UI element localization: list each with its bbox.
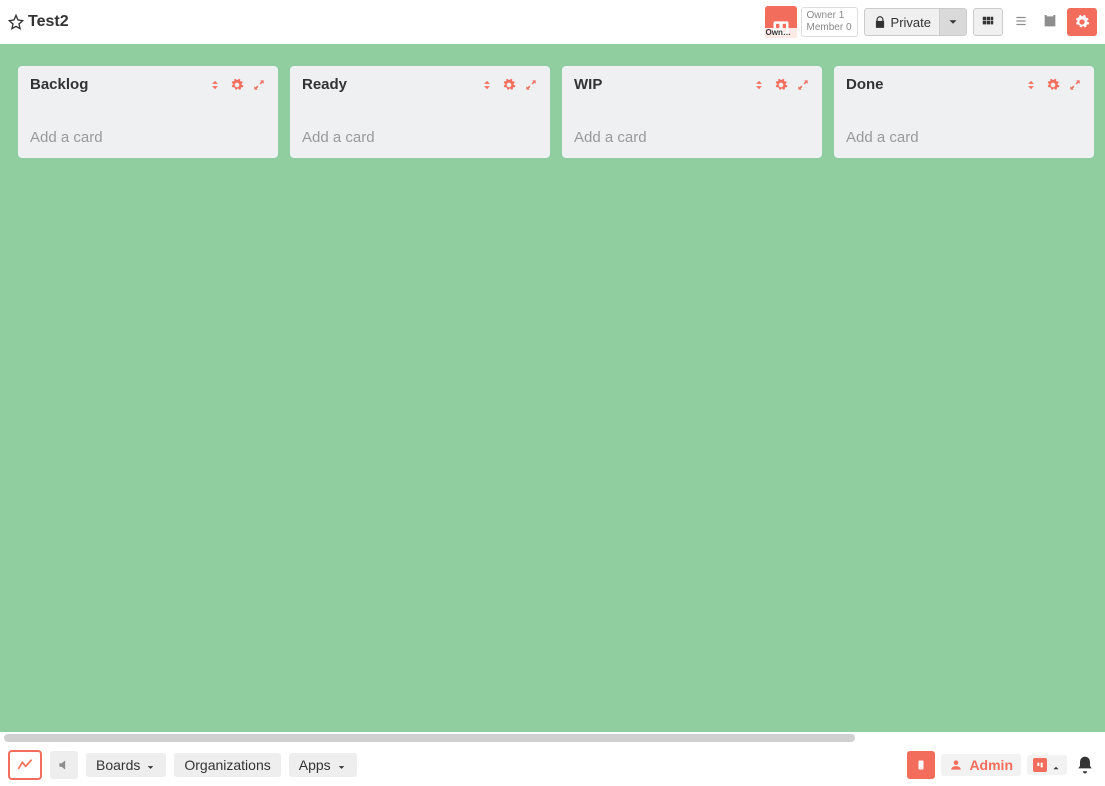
lists-container: Backlog Add a card Ready Add a card: [0, 44, 1105, 732]
sort-icon[interactable]: [480, 78, 494, 92]
sort-icon[interactable]: [752, 78, 766, 92]
privacy-button-group: Private: [864, 8, 967, 36]
sort-icon[interactable]: [1024, 78, 1038, 92]
caret-up-icon: [1051, 760, 1061, 770]
board-title[interactable]: Test2: [28, 13, 69, 31]
bottom-bar-right: Admin: [907, 751, 1097, 779]
privacy-dropdown-toggle[interactable]: [939, 8, 967, 36]
list-header: WIP: [574, 76, 810, 93]
list-ready[interactable]: Ready Add a card: [290, 66, 550, 158]
calendar-icon: [1042, 13, 1058, 29]
scroll-thumb[interactable]: [4, 734, 855, 742]
list-actions: [480, 78, 538, 92]
owner-meta: Owner 1 Member 0: [801, 7, 858, 37]
list-actions: [1024, 78, 1082, 92]
gear-icon[interactable]: [1046, 78, 1060, 92]
list-actions: [752, 78, 810, 92]
top-bar-left: Test2: [8, 13, 69, 31]
speaker-icon: [57, 758, 71, 772]
gear-icon[interactable]: [230, 78, 244, 92]
owner-avatar[interactable]: Own…: [765, 6, 797, 38]
gear-icon: [1074, 14, 1090, 30]
list-title[interactable]: Ready: [302, 76, 347, 93]
member-count-label: Member 0: [807, 22, 852, 34]
horizontal-scrollbar[interactable]: [0, 732, 1105, 744]
collapse-icon[interactable]: [1068, 78, 1082, 92]
calendar-view-button[interactable]: [1039, 13, 1061, 32]
add-card-button[interactable]: Add a card: [30, 129, 266, 146]
top-bar: Test2 Own… Owner 1 Member 0 Private: [0, 0, 1105, 44]
gear-icon[interactable]: [502, 78, 516, 92]
grid-icon: [979, 15, 997, 29]
privacy-button[interactable]: Private: [864, 8, 939, 36]
caret-down-icon: [946, 15, 960, 29]
lock-icon: [873, 15, 887, 29]
add-card-button[interactable]: Add a card: [574, 129, 810, 146]
list-header: Done: [846, 76, 1082, 93]
list-done[interactable]: Done Add a card: [834, 66, 1094, 158]
list-backlog[interactable]: Backlog Add a card: [18, 66, 278, 158]
settings-button[interactable]: [1067, 8, 1097, 36]
grid-view-button[interactable]: [973, 8, 1003, 36]
collapse-icon[interactable]: [796, 78, 810, 92]
privacy-label: Private: [891, 15, 931, 30]
bottom-bar: Boards Organizations Apps Admin: [0, 744, 1105, 786]
boards-label: Boards: [96, 757, 140, 773]
sort-icon[interactable]: [208, 78, 222, 92]
apps-label: Apps: [299, 757, 331, 773]
boards-menu[interactable]: Boards: [86, 753, 166, 777]
list-title[interactable]: WIP: [574, 76, 602, 93]
list-header: Backlog: [30, 76, 266, 93]
user-label: Admin: [969, 757, 1013, 773]
orgs-label: Organizations: [184, 757, 270, 773]
owner-count-label: Owner 1: [807, 10, 852, 22]
owner-badge[interactable]: Own… Owner 1 Member 0: [765, 6, 858, 38]
add-card-button[interactable]: Add a card: [302, 129, 538, 146]
list-wip[interactable]: WIP Add a card: [562, 66, 822, 158]
collapse-icon[interactable]: [524, 78, 538, 92]
owner-avatar-label: Own…: [765, 28, 797, 38]
mobile-button[interactable]: [907, 751, 935, 779]
caret-down-icon: [336, 760, 347, 771]
list-actions: [208, 78, 266, 92]
add-card-button[interactable]: Add a card: [846, 129, 1082, 146]
organizations-menu[interactable]: Organizations: [174, 753, 280, 777]
top-bar-right: Own… Owner 1 Member 0 Private: [765, 6, 1097, 38]
apps-menu[interactable]: Apps: [289, 753, 357, 777]
user-chip[interactable]: Admin: [941, 754, 1021, 776]
board-switcher[interactable]: [1027, 755, 1067, 775]
list-header: Ready: [302, 76, 538, 93]
caret-down-icon: [145, 760, 156, 771]
list-view-button[interactable]: [1009, 14, 1033, 31]
star-icon[interactable]: [8, 14, 24, 30]
user-icon: [949, 758, 963, 772]
list-title[interactable]: Done: [846, 76, 884, 93]
logo-button[interactable]: [8, 750, 42, 780]
collapse-icon[interactable]: [252, 78, 266, 92]
gear-icon[interactable]: [774, 78, 788, 92]
board-icon: [1033, 758, 1047, 772]
bottom-bar-left: Boards Organizations Apps: [8, 750, 357, 780]
list-title[interactable]: Backlog: [30, 76, 88, 93]
list-icon: [1012, 14, 1030, 28]
board-canvas: Backlog Add a card Ready Add a card: [0, 44, 1105, 732]
notifications-button[interactable]: [1073, 753, 1097, 777]
sound-button[interactable]: [50, 751, 78, 779]
